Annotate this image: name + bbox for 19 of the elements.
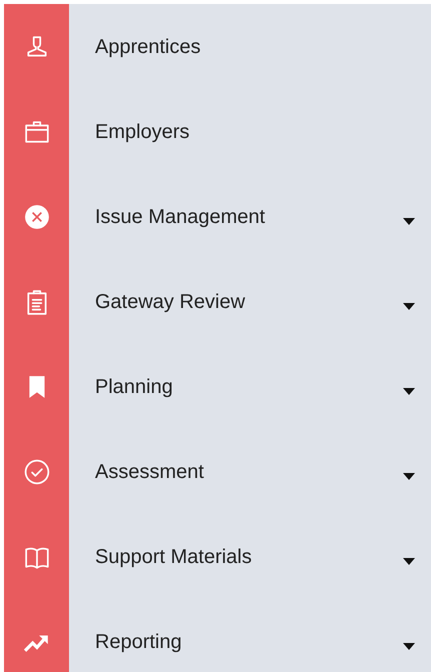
menu-item[interactable]: Gateway Review: [4, 259, 431, 344]
menu-label: Apprentices: [95, 34, 202, 60]
menu-label: Reporting: [95, 630, 183, 654]
menu-label: Support Materials: [95, 544, 253, 570]
close-circle-icon: [24, 204, 50, 230]
menu-label: Assessment: [95, 460, 205, 484]
menu-item[interactable]: Planning: [4, 344, 431, 429]
menu-label: Planning: [95, 374, 174, 400]
check-circle-icon: [24, 458, 50, 484]
menu-label: Gateway Review: [95, 290, 246, 314]
menu-label: Issue Management: [95, 204, 266, 230]
menu-item[interactable]: Employers: [4, 89, 431, 174]
menu-label: Employers: [95, 120, 190, 144]
menu-item[interactable]: Reporting: [4, 599, 431, 672]
menu-item[interactable]: Issue Management: [4, 174, 431, 259]
menu-item[interactable]: Apprentices: [4, 4, 431, 89]
menu-item[interactable]: Assessment: [4, 429, 431, 514]
briefcase-icon: [24, 118, 50, 144]
menu-item[interactable]: Support Materials: [4, 514, 431, 599]
